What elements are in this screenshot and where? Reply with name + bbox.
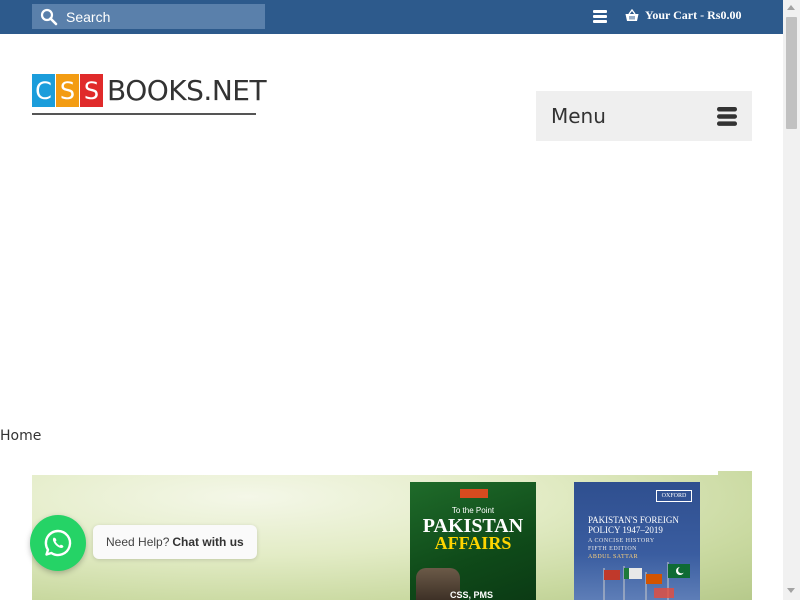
book-cover-pakistan-affairs[interactable]: To the Point PAKISTAN AFFAIRS CSS, PMS [410, 482, 536, 600]
book2-title-line1: PAKISTAN'S FOREIGN [588, 515, 679, 525]
menu-icon[interactable] [593, 10, 607, 23]
logo-underline [32, 113, 256, 115]
logo-letter-s2: S [80, 74, 103, 107]
flags-image [603, 562, 690, 600]
search-icon[interactable] [40, 8, 58, 26]
logo-letter-c: C [32, 74, 55, 107]
book2-edition: FIFTH EDITION [588, 546, 637, 552]
breadcrumb: Home [0, 428, 41, 444]
search-input[interactable] [66, 8, 256, 25]
menu-label: Menu [551, 104, 606, 128]
cart-label: Your Cart - Rs0.00 [645, 8, 742, 22]
logo-wordmark: BOOKS.NET [107, 74, 267, 107]
menu-button[interactable]: Menu [536, 91, 752, 141]
whatsapp-icon [44, 529, 72, 557]
oxford-logo: OXFORD [656, 490, 692, 502]
basket-icon [625, 9, 639, 21]
breadcrumb-home[interactable]: Home [0, 428, 41, 444]
whatsapp-chat-button[interactable] [30, 515, 86, 571]
search-box[interactable] [32, 4, 265, 29]
book1-subtitle: CSS, PMS [450, 590, 494, 600]
hamburger-icon [717, 106, 737, 126]
scroll-up-arrow[interactable] [787, 5, 795, 10]
scroll-down-arrow[interactable] [787, 588, 795, 593]
scrollbar-thumb[interactable] [786, 17, 797, 129]
book2-title: PAKISTAN'S FOREIGN POLICY 1947–2019 [588, 515, 679, 535]
whatsapp-help-bubble[interactable]: Need Help? Chat with us [93, 525, 257, 559]
top-bar: Your Cart - Rs0.00 [0, 0, 783, 34]
scrollbar[interactable] [783, 0, 800, 600]
book2-title-line2: POLICY 1947–2019 [588, 525, 663, 535]
cart-link[interactable]: Your Cart - Rs0.00 [625, 8, 741, 23]
book2-subtitle: A CONCISE HISTORY [588, 538, 655, 544]
site-logo[interactable]: C S S BOOKS.NET [32, 74, 267, 107]
whatsapp-prefix: Need Help? [106, 535, 170, 549]
book1-tagline: To the Point [451, 506, 495, 515]
logo-letter-s1: S [56, 74, 79, 107]
book-cover-foreign-policy[interactable]: OXFORD PAKISTAN'S FOREIGN POLICY 1947–20… [574, 482, 700, 600]
book1-title-line2: AFFAIRS [434, 533, 512, 553]
publisher-badge [460, 489, 488, 498]
whatsapp-action: Chat with us [172, 535, 244, 549]
banner-top-strip [32, 471, 718, 475]
